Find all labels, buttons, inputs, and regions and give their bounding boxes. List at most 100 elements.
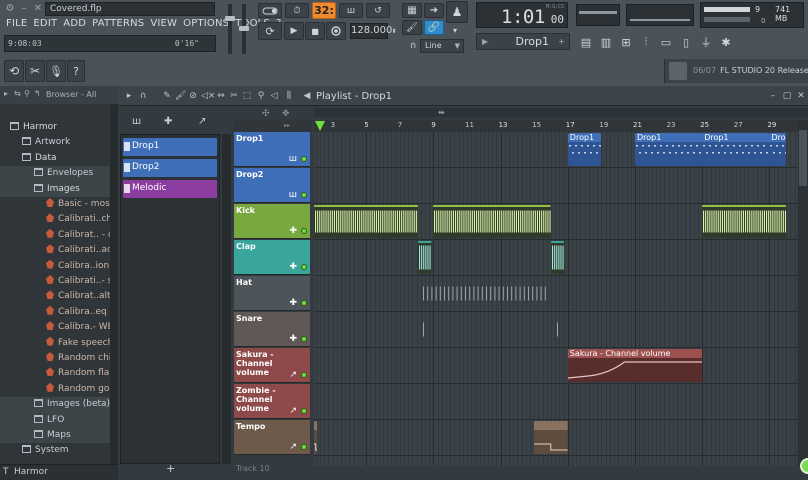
track-header[interactable]: Kick ✚ [234,204,310,239]
undo-button[interactable]: ⟲ [4,60,24,82]
playlist-window-icon[interactable]: ▤ [578,34,594,50]
vertical-scrollbar[interactable] [798,120,808,466]
song-time-display[interactable]: 1:01 00 M:S:CS [476,2,568,28]
audio-clip[interactable] [702,205,787,238]
master-volume-knob[interactable] [225,16,235,21]
track-header[interactable]: Drop1 ш [234,132,310,167]
audio-clip[interactable] [418,241,432,274]
pattern-select[interactable]: ▶ Drop1 + [476,33,570,50]
browser-item[interactable]: Data [0,151,110,166]
picker-scrollbar[interactable] [222,134,231,464]
track-mute-led[interactable] [301,156,307,162]
playback-icon[interactable]: ◁ [269,91,279,101]
delete-icon[interactable]: ⊘ [188,91,198,101]
master-volume-slider[interactable] [225,4,235,54]
timeline-ruler[interactable]: 3 5 7 9 11 13 15 17 19 21 23 25 27 29 [314,120,798,132]
browser-item[interactable]: Calibrati..- switch [0,274,110,289]
browser-search-icon[interactable]: ⚲ [24,89,30,98]
browser-item[interactable]: LFO [0,412,110,428]
browser-menu-icon[interactable]: ▸ [4,89,8,98]
clipboard-icon[interactable]: ▯ [678,34,694,50]
spectrum-icon[interactable]: ⫼ [284,91,294,101]
mute-icon[interactable]: ◁× [201,91,215,101]
track-header[interactable]: Drop2 ш [234,168,310,203]
pattern-clip[interactable]: Drop1 [635,133,703,166]
playhead-marker[interactable] [315,121,325,131]
download-icon[interactable] [669,62,687,80]
add-pattern-button[interactable]: + [166,462,175,475]
loop-record-button[interactable]: ↺ [366,3,390,18]
countdown-button[interactable]: ♟ [446,1,468,23]
window-maximize-icon[interactable]: ▢ [782,91,792,101]
browser-item[interactable]: System [0,443,110,458]
track-mute-led[interactable] [301,228,307,234]
menu-add[interactable]: ADD [63,18,86,29]
browser-collapse-icon[interactable]: ⇆ [14,89,21,98]
track-mute-led[interactable] [301,408,307,414]
plugin-icon[interactable]: ⏚ [698,34,714,50]
hat-clip[interactable] [422,277,546,310]
vertical-scroll-thumb[interactable] [799,130,807,186]
pattern-clip[interactable]: Drop1 [702,133,770,166]
browser-item[interactable]: Calibrati..checker [0,212,110,227]
browser-item[interactable]: Envelopes [0,166,110,182]
track-mute-led[interactable] [301,192,307,198]
play-button[interactable]: ▶ [284,22,304,40]
audio-clip[interactable] [314,205,419,238]
track-header[interactable]: Clap ✚ [234,240,310,275]
audio-clip[interactable] [433,205,551,238]
browser-window-icon[interactable]: ▭ [658,34,674,50]
tempo-clip[interactable] [534,421,568,454]
track-header[interactable]: Sakura - Channel volume ↗ [234,348,310,383]
help-button[interactable]: ? [67,60,85,82]
arrange-up-icon[interactable]: ✣ [262,109,270,119]
browser-item[interactable]: Calibrat..alt decay [0,289,110,304]
tools-icon[interactable]: ✱ [718,34,734,50]
horizontal-scrollbar[interactable]: ⇹ [314,108,808,117]
snap-select[interactable]: Line ▼ [420,39,464,53]
browser-back-icon[interactable]: ↰ [34,89,41,98]
playlist-menu-icon[interactable]: ▸ [124,91,134,101]
cut-button[interactable]: ✂ [25,60,45,82]
browser-item[interactable]: Artwork [0,135,110,150]
menu-file[interactable]: FILE [6,18,27,29]
browser-item[interactable]: Fake speech [0,336,110,351]
zoom-icon[interactable]: ⚲ [256,91,266,101]
slice-icon[interactable]: ✂ [229,91,239,101]
hat-clip[interactable] [556,313,561,346]
close-icon[interactable]: ✕ [32,3,44,15]
loop-mode-button[interactable]: ⟳ [258,22,282,40]
browser-item[interactable]: Maps [0,428,110,444]
browser-scrollbar[interactable] [110,104,118,464]
picker-item-melodic[interactable]: Melodic [123,180,217,198]
draw-tool-button[interactable]: 🖌 [402,20,422,35]
audio-clip[interactable] [551,241,565,274]
browser-item[interactable]: Basic - mosaic [0,197,110,212]
picker-item-drop2[interactable]: Drop2 [123,159,217,177]
track-mute-led[interactable] [301,300,307,306]
browser-item[interactable]: Harmor [0,120,110,135]
pattern-song-toggle[interactable] [258,3,282,18]
arrangement-grid[interactable]: Drop1 Drop1 Drop1 Drop1 Sakura - Channel vol… [314,132,798,466]
browser-item[interactable]: Calibra.- WBGBW [0,320,110,335]
scroll-thumb-icon[interactable]: ⇹ [438,109,450,117]
rec-mode-button[interactable]: 32: [312,2,336,19]
piano-roll-icon[interactable]: ▥ [598,34,614,50]
browser-item[interactable]: Images (beta) [0,397,110,413]
mic-button[interactable]: 🎙 [46,60,66,82]
track-mute-led[interactable] [301,336,307,342]
browser-item[interactable]: Images [0,181,110,197]
tempo-clip[interactable] [314,421,318,454]
pattern-clip[interactable]: Drop1 [567,133,602,166]
pencil-icon[interactable]: ✎ [162,91,172,101]
automation-view-icon[interactable]: ↗ [198,116,206,127]
step-edit-button[interactable]: ш [339,3,363,18]
browser-item[interactable]: Random flakes [0,366,110,381]
snap-link-button[interactable]: 🔗 [424,20,444,35]
minimize-icon[interactable]: – [18,3,30,15]
track-header[interactable]: Snare ✚ [234,312,310,347]
pattern-clip[interactable]: Drop1 [769,133,787,166]
master-pitch-knob[interactable] [239,26,249,31]
menu-edit[interactable]: EDIT [33,18,57,29]
typing-keyboard-button[interactable]: ▦ [402,3,422,18]
